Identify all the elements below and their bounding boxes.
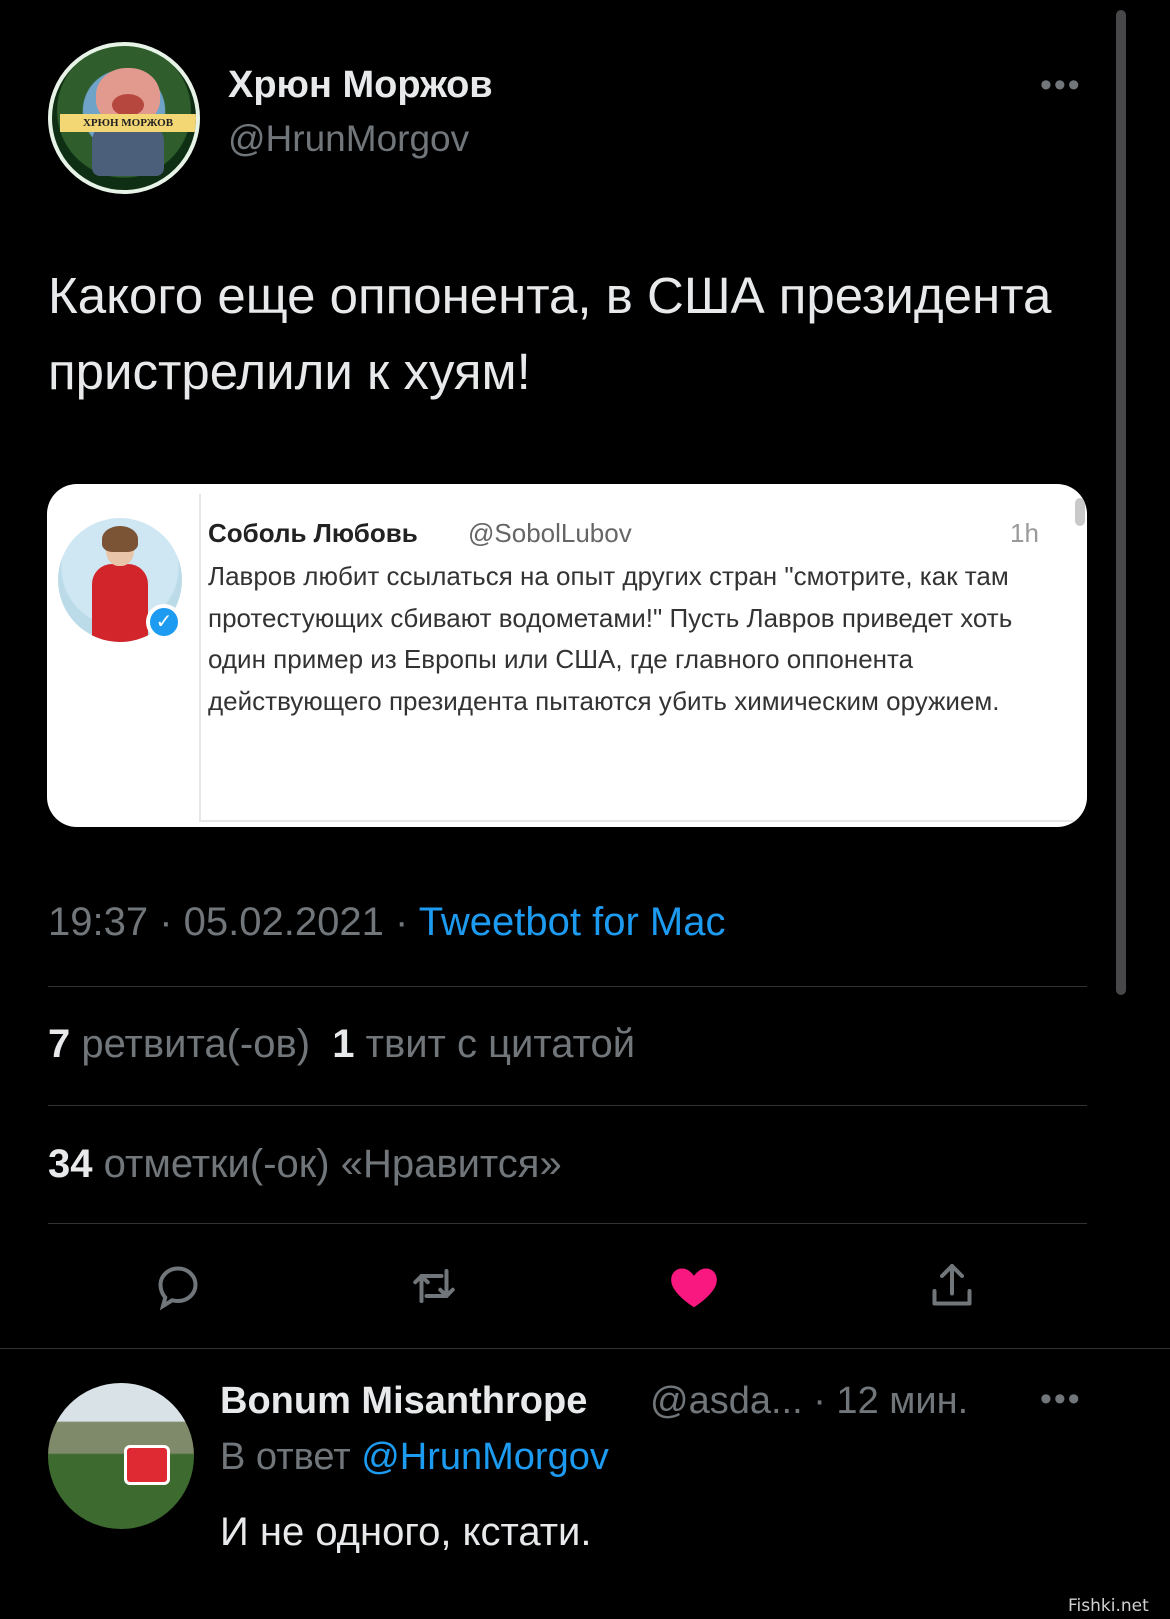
quoted-author-name: Соболь Любовь	[208, 518, 418, 548]
meta-separator: ·	[148, 900, 184, 944]
retweet-stats[interactable]: 7 ретвита(-ов) 1 твит с цитатой	[48, 1022, 635, 1067]
author-handle[interactable]: @HrunMorgov	[228, 118, 469, 160]
quotes-count: 1	[332, 1022, 355, 1066]
divider	[48, 1105, 1087, 1106]
likes-stats[interactable]: 34 отметки(-ок) «Нравится»	[48, 1142, 562, 1187]
tweet-time: 19:37	[48, 900, 149, 944]
author-name[interactable]: Хрюн Моржов	[228, 64, 493, 107]
divider	[48, 1223, 1087, 1224]
tweet-meta: 19:37 · 05.02.2021 · Tweetbot for Mac	[48, 900, 725, 945]
retweets-label: ретвита(-ов)	[81, 1022, 311, 1066]
quoted-text: Лавров любит ссылаться на опыт других ст…	[208, 561, 1013, 716]
reply-to-prefix: В ответ	[220, 1436, 362, 1478]
reply-to-line: В ответ @HrunMorgov	[220, 1436, 609, 1479]
quoted-avatar-dress	[92, 564, 148, 642]
tweet-text: Какого еще оппонента, в США президента п…	[48, 267, 1052, 400]
reply-more-options-icon[interactable]: •••	[1040, 1380, 1082, 1419]
reply-text: И не одного, кстати.	[220, 1510, 592, 1554]
retweet-icon[interactable]	[404, 1256, 464, 1316]
reply-author-name[interactable]: Bonum Misanthrope	[220, 1380, 587, 1423]
reply-handle-text[interactable]: @asda...	[650, 1380, 803, 1422]
meta-separator: ·	[383, 900, 419, 944]
verified-badge-icon: ✓	[146, 604, 182, 640]
quotes-label: твит с цитатой	[365, 1022, 636, 1066]
likes-label: отметки(-ок) «Нравится»	[103, 1142, 562, 1186]
quoted-author-handle: @SobolLubov	[468, 518, 632, 548]
quoted-avatar-hair	[102, 526, 138, 552]
more-options-icon[interactable]: •••	[1040, 66, 1082, 105]
likes-count: 34	[48, 1142, 93, 1186]
avatar-banner: ХРЮН МОРЖОВ	[60, 114, 196, 132]
tweet-source-link[interactable]: Tweetbot for Mac	[419, 900, 726, 944]
author-avatar[interactable]: ХРЮН МОРЖОВ	[48, 42, 200, 194]
tweet-date: 05.02.2021	[183, 900, 384, 944]
retweets-count: 7	[48, 1022, 71, 1066]
reply-time: · 12 мин.	[813, 1380, 969, 1422]
reply-to-handle-link[interactable]: @HrunMorgov	[361, 1436, 609, 1478]
reply-author-avatar[interactable]	[48, 1383, 194, 1529]
divider	[0, 1348, 1170, 1349]
like-icon[interactable]	[664, 1256, 724, 1316]
reply-icon[interactable]	[148, 1256, 208, 1316]
divider	[48, 986, 1087, 987]
watermark: Fishki.net	[1068, 1596, 1149, 1616]
scrollbar[interactable]	[1116, 10, 1126, 995]
share-icon[interactable]	[922, 1256, 982, 1316]
quoted-card-scrollbar	[1075, 498, 1085, 526]
quoted-time: 1h	[1010, 518, 1039, 548]
reply-author-handle: @asda... · 12 мин.	[650, 1380, 968, 1423]
avatar-logo	[124, 1445, 170, 1485]
